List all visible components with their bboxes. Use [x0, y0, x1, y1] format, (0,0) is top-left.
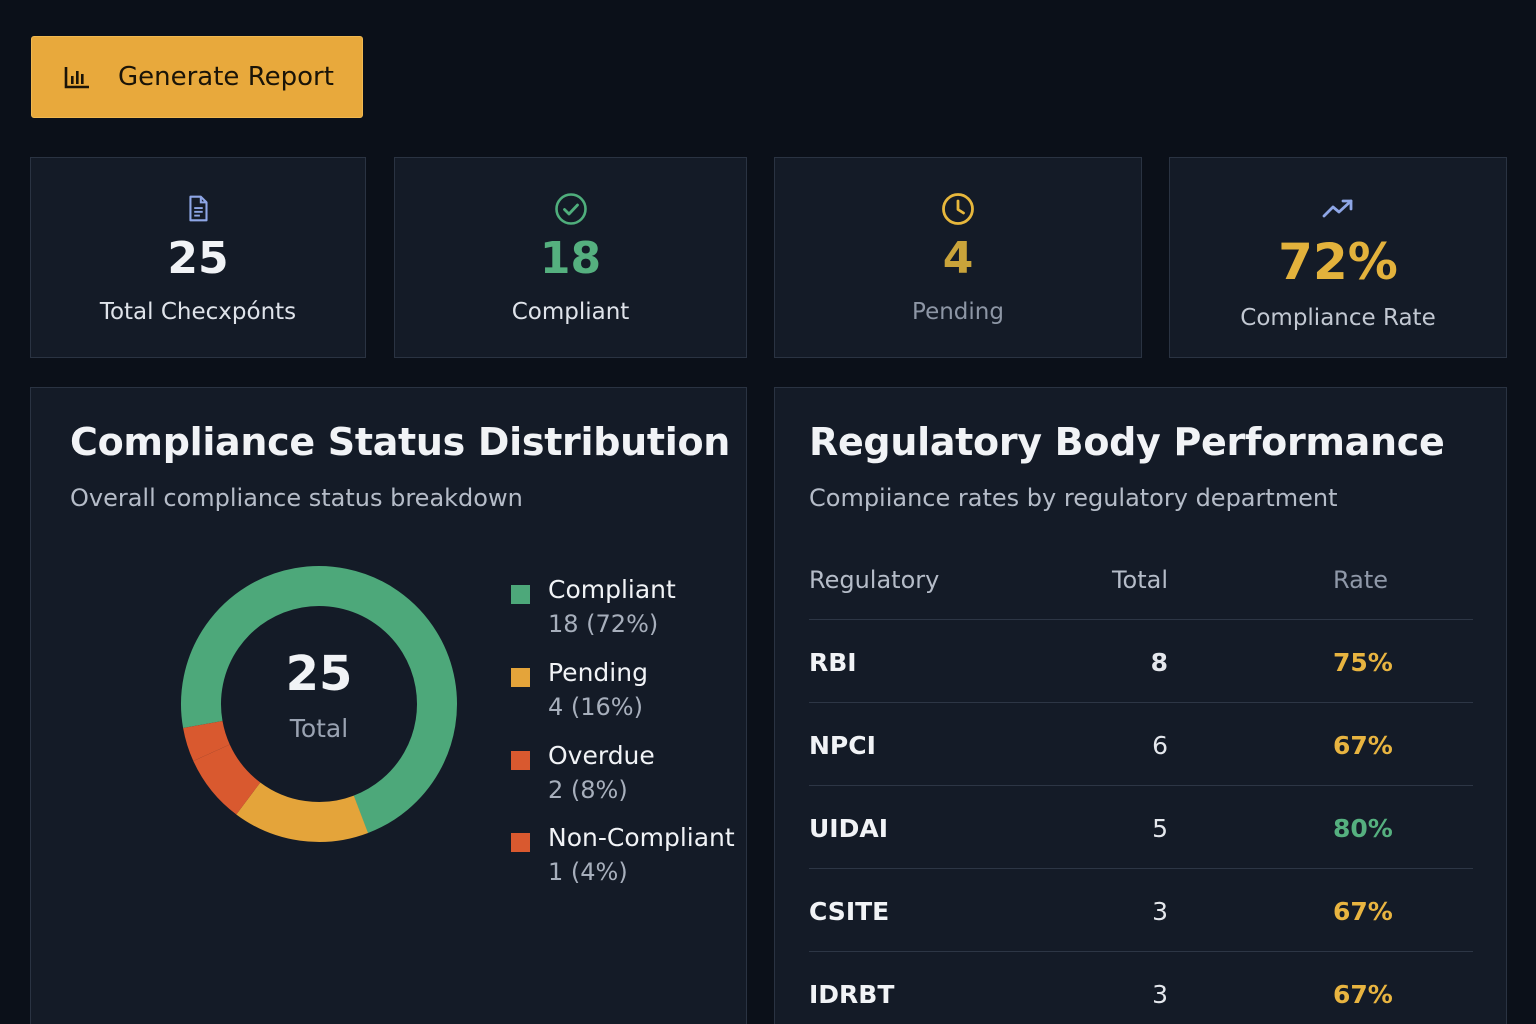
row-name: UIDAI [809, 814, 889, 843]
row-name: CSITE [809, 897, 890, 926]
stat-card-pending: 4 Pending [774, 157, 1142, 358]
row-total: 6 [1152, 731, 1168, 760]
legend-swatch [511, 585, 530, 604]
document-icon [180, 191, 216, 227]
distribution-panel: Compliance Status Distribution Overall c… [30, 387, 747, 1024]
column-header-total[interactable]: Total [1112, 566, 1168, 594]
row-total: 3 [1152, 980, 1168, 1009]
row-rate: 67% [1333, 897, 1393, 926]
legend-label: Non-Compliant [548, 823, 735, 852]
stat-label: Compliant [511, 299, 630, 325]
row-total: 8 [1150, 648, 1168, 677]
stat-value: 4 [942, 233, 974, 284]
stat-value: 25 [167, 233, 229, 284]
row-total: 3 [1152, 897, 1168, 926]
stat-card-compliant: 18 Compliant [394, 157, 747, 358]
stat-label: Total Checxpónts [99, 299, 297, 325]
performance-panel: Regulatory Body Performance Compiiance r… [774, 387, 1507, 1024]
donut-slice-overdue [181, 566, 457, 842]
table-row[interactable]: RBI 8 75% [809, 620, 1473, 703]
legend-value: 4 (16%) [548, 693, 643, 721]
generate-report-button[interactable]: Generate Report [31, 36, 363, 118]
stat-label: Compliance Rate [1240, 305, 1436, 331]
donut-slice-non-compliant [181, 566, 457, 842]
table-row[interactable]: CSITE 3 67% [809, 869, 1473, 952]
column-header-rate[interactable]: Rate [1333, 566, 1388, 594]
panel-title: Regulatory Body Performance [809, 420, 1445, 464]
row-name: IDRBT [809, 980, 895, 1009]
row-rate: 67% [1333, 980, 1393, 1009]
trending-up-icon [1320, 191, 1356, 227]
stat-card-total: 25 Total Checxpónts [30, 157, 366, 358]
panel-subtitle: Overall compliance status breakdown [70, 484, 523, 512]
stat-value: 18 [539, 233, 602, 284]
legend-value: 1 (4%) [548, 858, 628, 886]
legend-value: 2 (8%) [548, 776, 628, 804]
donut-total-value: 25 [285, 646, 353, 702]
legend-swatch [511, 833, 530, 852]
table-row[interactable]: IDRBT 3 67% [809, 952, 1473, 1024]
stat-label: Pending [912, 299, 1004, 325]
panel-subtitle: Compiiance rates by regulatory departmen… [809, 484, 1338, 512]
row-total: 5 [1152, 814, 1168, 843]
row-rate: 75% [1333, 648, 1393, 677]
column-header-regulatory[interactable]: Regulatory [809, 566, 939, 594]
row-name: RBI [809, 648, 857, 677]
donut-total-label: Total [289, 714, 349, 743]
table-row[interactable]: NPCI 6 67% [809, 703, 1473, 786]
stat-value: 72% [1278, 233, 1398, 291]
legend-label: Overdue [548, 741, 655, 770]
table-header: Regulatory Total Rate [809, 560, 1473, 620]
panel-title: Compliance Status Distribution [70, 420, 731, 464]
generate-report-label: Generate Report [118, 62, 334, 92]
clock-icon [940, 191, 976, 227]
row-name: NPCI [809, 731, 876, 760]
donut-chart [181, 566, 457, 842]
legend-label: Pending [548, 658, 648, 687]
legend-value: 18 (72%) [548, 610, 659, 638]
row-rate: 67% [1333, 731, 1393, 760]
bar-chart-icon [64, 67, 89, 89]
stat-card-rate: 72% Compliance Rate [1169, 157, 1507, 358]
donut-slice-pending [181, 566, 457, 842]
row-rate: 80% [1333, 814, 1393, 843]
regulatory-table: Regulatory Total Rate RBI 8 75% NPCI 6 6… [809, 560, 1473, 1024]
check-circle-icon [553, 191, 589, 227]
legend-swatch [511, 751, 530, 770]
legend-label: Compliant [548, 575, 676, 604]
table-row[interactable]: UIDAI 5 80% [809, 786, 1473, 869]
legend-swatch [511, 668, 530, 687]
